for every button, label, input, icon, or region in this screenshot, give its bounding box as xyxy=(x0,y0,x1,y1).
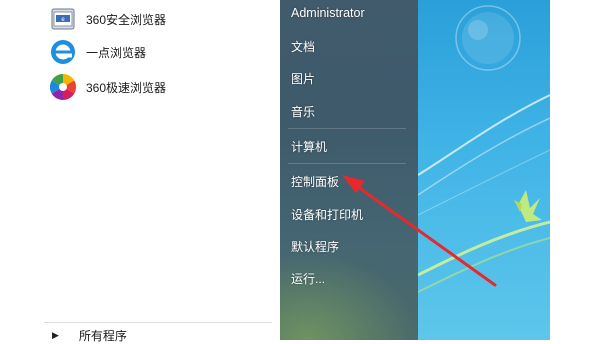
menu-item-music[interactable]: 音乐 xyxy=(291,103,315,120)
all-programs-button[interactable]: ▶ 所有程序 xyxy=(52,327,127,344)
program-label: 一点浏览器 xyxy=(86,45,147,60)
menu-item-documents[interactable]: 文档 xyxy=(291,38,315,55)
wallpaper-swirl-decoration xyxy=(418,5,550,293)
start-menu-program-list: e 360安全浏览器 一点浏览器 360极速浏览器 ▶ 所有程序 xyxy=(0,0,280,343)
program-label: 360安全浏览器 xyxy=(86,12,167,27)
menu-item-pictures[interactable]: 图片 xyxy=(291,70,315,87)
yidian-browser-icon xyxy=(48,37,78,67)
divider xyxy=(288,128,406,129)
menu-item-default-programs[interactable]: 默认程序 xyxy=(291,238,339,255)
background-margin xyxy=(550,0,600,340)
program-item-360-speed-browser[interactable]: 360极速浏览器 xyxy=(48,70,166,104)
program-item-yidian-browser[interactable]: 一点浏览器 xyxy=(48,35,146,69)
triangle-right-icon: ▶ xyxy=(52,330,59,340)
program-item-360-safe-browser[interactable]: e 360安全浏览器 xyxy=(48,2,166,36)
browser-360-speed-icon xyxy=(48,72,78,102)
all-programs-label: 所有程序 xyxy=(78,329,127,343)
glow-decoration xyxy=(280,250,418,340)
menu-item-run[interactable]: 运行... xyxy=(291,270,325,287)
program-label: 360极速浏览器 xyxy=(86,80,167,95)
desktop-wallpaper xyxy=(418,0,550,340)
user-name-link[interactable]: Administrator xyxy=(291,6,365,20)
menu-item-computer[interactable]: 计算机 xyxy=(291,138,327,155)
menu-item-control-panel[interactable]: 控制面板 xyxy=(291,173,339,190)
divider xyxy=(288,163,406,164)
start-menu-right-column: Administrator 文档 图片 音乐 计算机 控制面板 设备和打印机 默… xyxy=(280,0,418,340)
menu-item-devices-printers[interactable]: 设备和打印机 xyxy=(291,206,363,223)
browser-360-safe-icon: e xyxy=(48,4,78,34)
divider xyxy=(44,322,272,323)
